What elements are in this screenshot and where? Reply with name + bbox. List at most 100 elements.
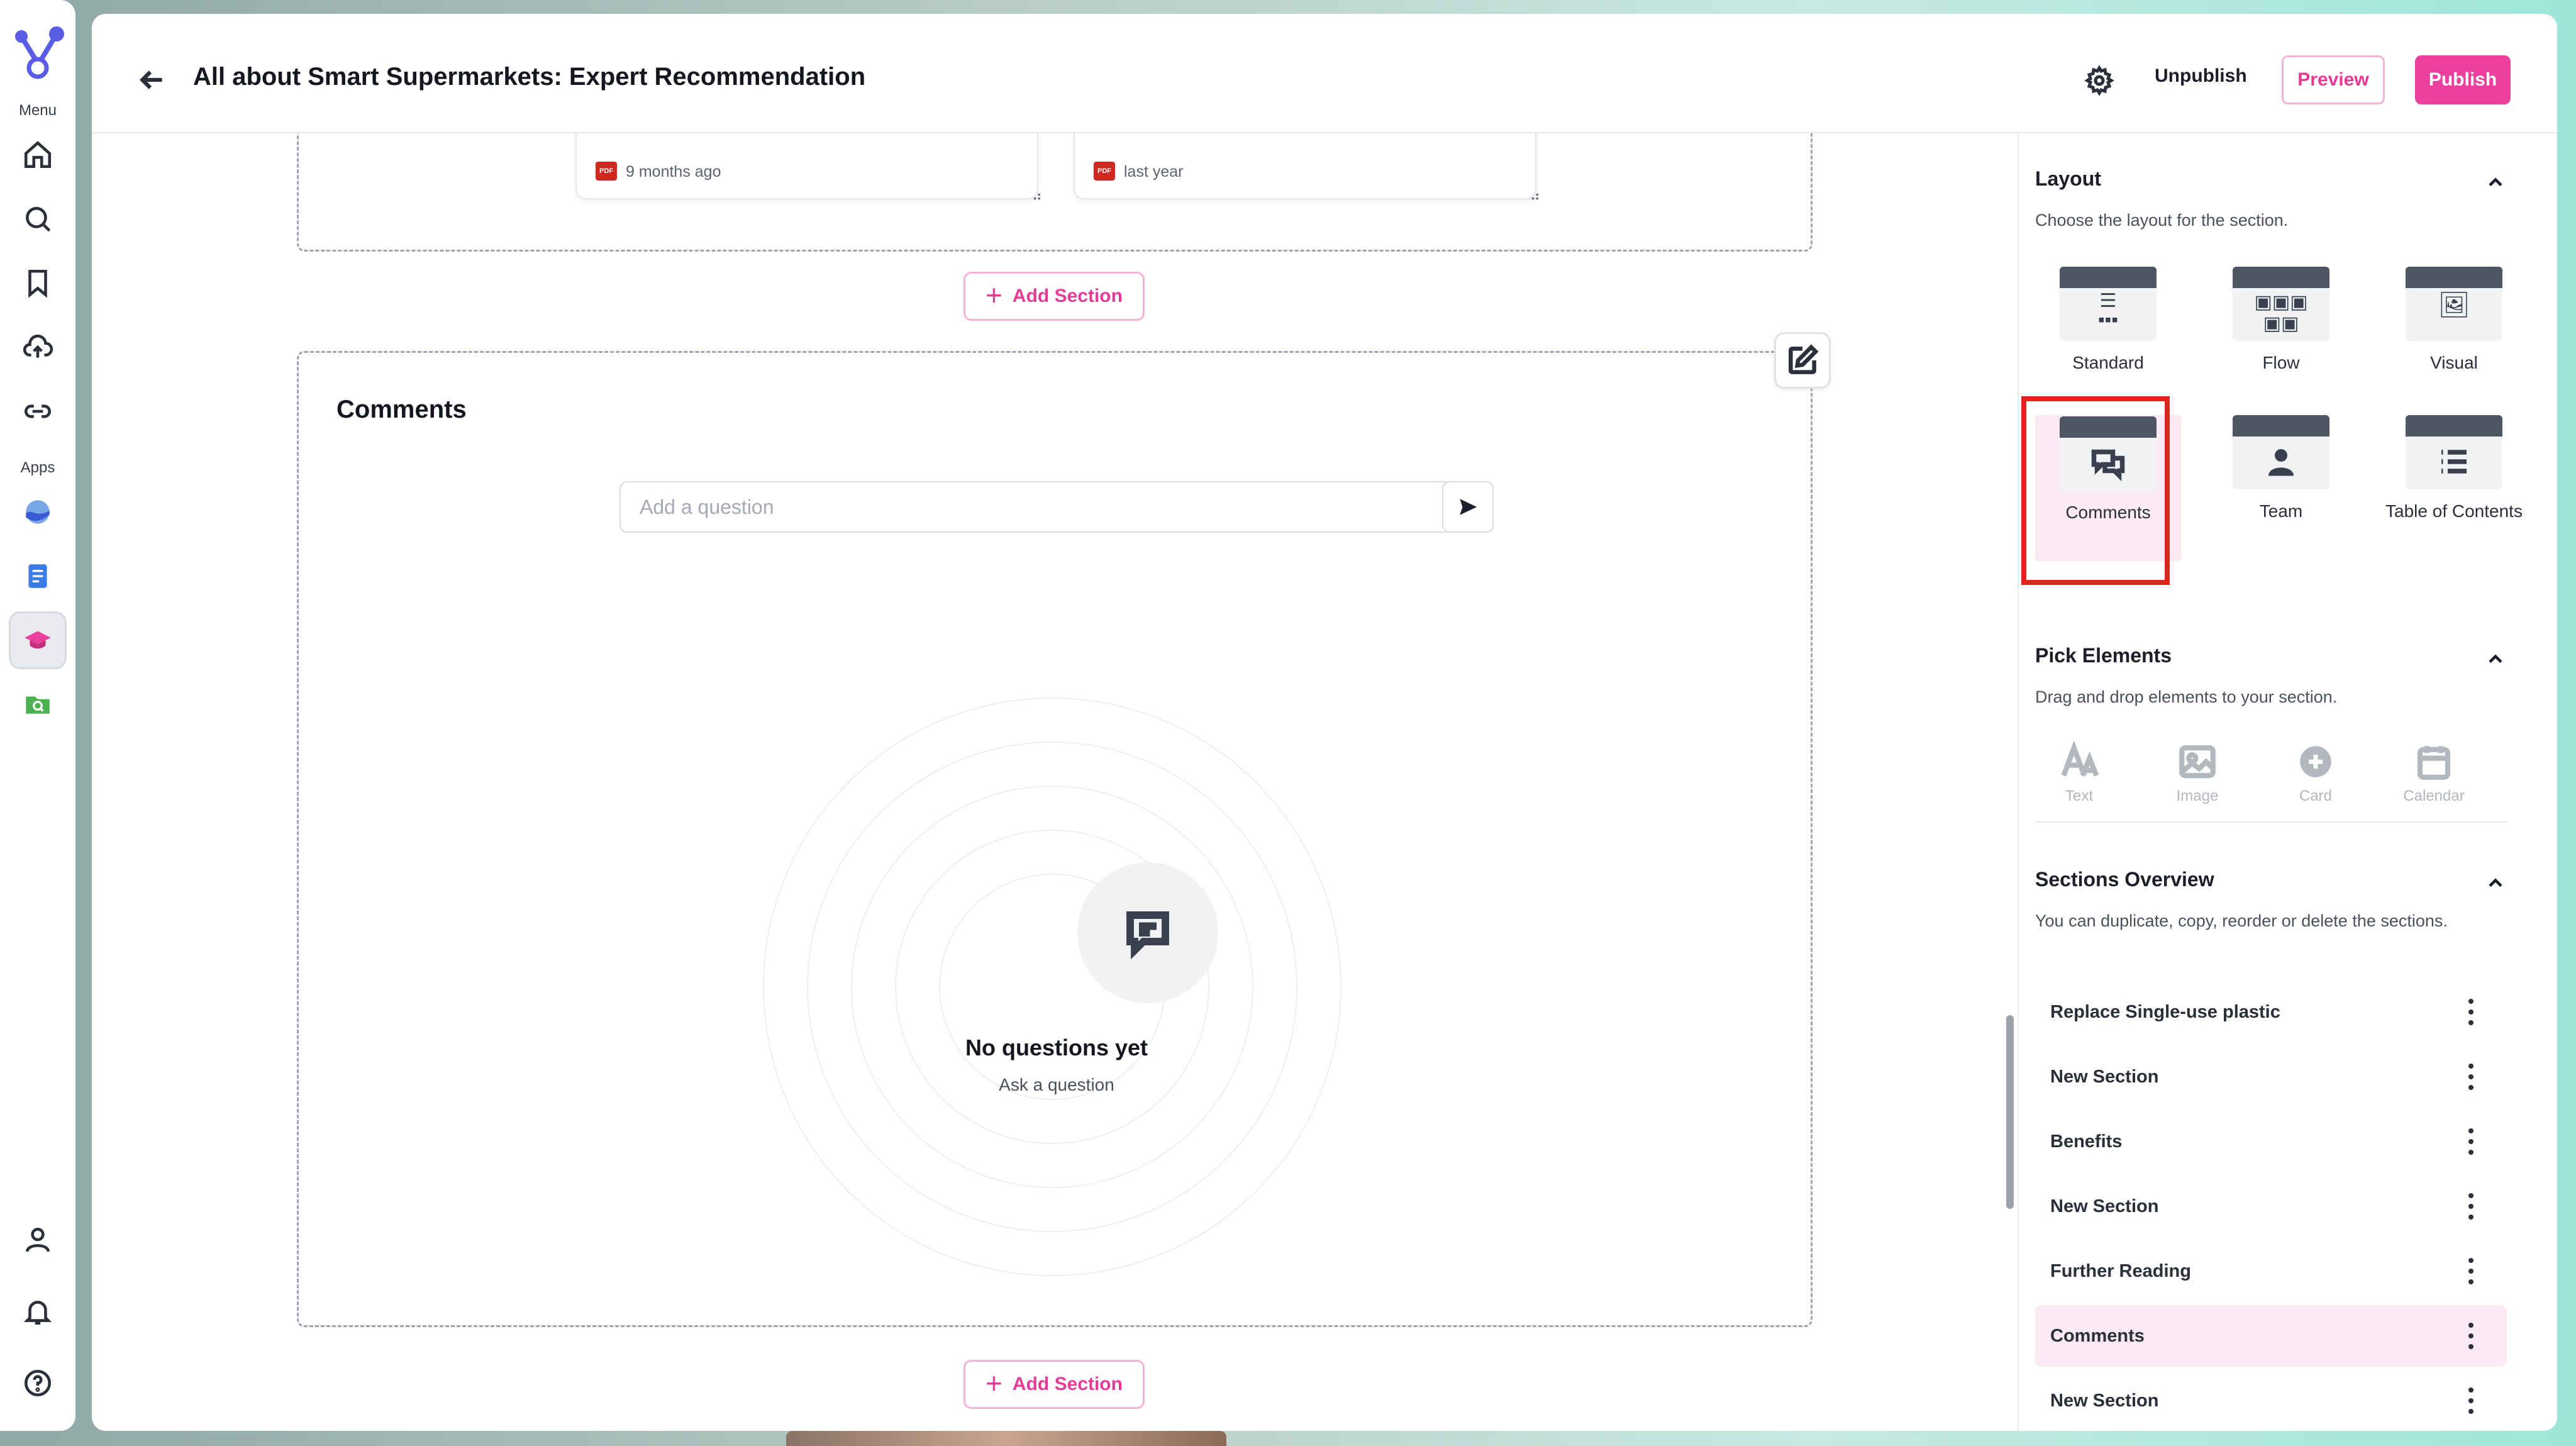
- back-arrow-icon[interactable]: [136, 64, 167, 96]
- sections-overview-panel-section: Sections Overview You can duplicate, cop…: [2035, 868, 2507, 934]
- gear-icon[interactable]: [2084, 65, 2114, 96]
- empty-state-title: No questions yet: [965, 1035, 1148, 1060]
- unpublish-button[interactable]: Unpublish: [2155, 65, 2247, 87]
- kebab-menu-icon[interactable]: [2468, 1258, 2474, 1284]
- empty-state-subtitle: Ask a question: [999, 1075, 1114, 1094]
- question-input[interactable]: [621, 482, 1445, 531]
- file-card[interactable]: PDF 9 months ago ⠴: [575, 133, 1042, 204]
- list-item[interactable]: New Section: [2035, 1176, 2507, 1237]
- help-icon[interactable]: [9, 1354, 67, 1412]
- layout-option-visual[interactable]: 🖼 Visual: [2381, 267, 2527, 376]
- app-logo-icon[interactable]: [8, 23, 68, 83]
- publish-button[interactable]: Publish: [2415, 55, 2511, 104]
- layout-option-flow[interactable]: ▣▣▣ ▣▣ Flow: [2208, 267, 2354, 376]
- list-item[interactable]: Further Reading: [2035, 1240, 2507, 1302]
- home-icon[interactable]: [9, 126, 67, 184]
- section-name: Benefits: [2050, 1131, 2123, 1152]
- previous-section[interactable]: PDF 9 months ago ⠴ PDF last year ⠴: [297, 133, 1813, 252]
- visual-layout-icon: 🖼: [2406, 267, 2502, 341]
- list-item[interactable]: Replace Single-use plastic: [2035, 981, 2507, 1043]
- left-nav-rail: Menu Apps: [0, 0, 75, 1431]
- layout-option-label: Comments: [2065, 503, 2151, 522]
- list-item[interactable]: New Section: [2035, 1370, 2507, 1431]
- edit-section-button[interactable]: [1774, 332, 1831, 389]
- section-name: New Section: [2050, 1066, 2159, 1087]
- file-timestamp: last year: [1124, 163, 1184, 181]
- file-card[interactable]: PDF last year ⠴: [1074, 133, 1540, 204]
- list-item-active[interactable]: Comments: [2035, 1305, 2507, 1367]
- resize-handle-icon[interactable]: ⠴: [1032, 188, 1042, 204]
- sections-overview-description: You can duplicate, copy, reorder or dele…: [2035, 911, 2448, 930]
- kebab-menu-icon[interactable]: [2468, 1128, 2474, 1155]
- chevron-up-icon[interactable]: [2484, 171, 2507, 194]
- element-calendar[interactable]: Calendar: [2390, 741, 2478, 805]
- resize-handle-icon[interactable]: ⠴: [1530, 188, 1540, 204]
- chevron-up-icon[interactable]: [2484, 648, 2507, 670]
- comments-layout-icon: [2060, 416, 2157, 491]
- section-title: Comments: [336, 396, 467, 423]
- table-of-contents-layout-icon: [2406, 415, 2502, 489]
- properties-panel: Layout Choose the layout for the section…: [2018, 133, 2557, 1431]
- section-name: Comments: [2050, 1325, 2145, 1346]
- section-name: New Section: [2050, 1196, 2159, 1216]
- section-name: Replace Single-use plastic: [2050, 1001, 2280, 1022]
- section-name: Further Reading: [2050, 1260, 2191, 1281]
- sections-overview-list: Replace Single-use plastic New Section B…: [2035, 981, 2507, 1431]
- bookmark-icon[interactable]: [9, 254, 67, 312]
- element-text[interactable]: Text: [2035, 741, 2123, 805]
- calendar-icon: [2417, 746, 2451, 780]
- editor-window: All about Smart Supermarkets: Expert Rec…: [92, 14, 2557, 1431]
- kebab-menu-icon[interactable]: [2468, 1323, 2474, 1349]
- element-label: Text: [2065, 787, 2093, 804]
- editor-header: All about Smart Supermarkets: Expert Rec…: [92, 14, 2557, 133]
- layout-option-label: Table of Contents: [2385, 501, 2523, 521]
- element-image[interactable]: Image: [2153, 741, 2241, 805]
- folder-search-app-icon[interactable]: [9, 676, 67, 733]
- search-icon[interactable]: [9, 190, 67, 248]
- element-card[interactable]: Card: [2272, 741, 2360, 805]
- bell-icon[interactable]: [9, 1282, 67, 1340]
- element-picker: Text Image Card Calendar: [2035, 741, 2507, 823]
- layout-option-label: Flow: [2262, 353, 2300, 372]
- layout-heading: Layout: [2035, 167, 2101, 190]
- learning-app-icon[interactable]: [9, 611, 67, 669]
- document-app-icon[interactable]: [9, 547, 67, 605]
- question-input-group: [619, 481, 1494, 533]
- layout-option-team[interactable]: Team: [2208, 415, 2354, 525]
- kebab-menu-icon[interactable]: [2468, 1388, 2474, 1414]
- kebab-menu-icon[interactable]: [2468, 999, 2474, 1025]
- list-item[interactable]: New Section: [2035, 1046, 2507, 1108]
- chevron-up-icon[interactable]: [2484, 872, 2507, 894]
- preview-button[interactable]: Preview: [2282, 55, 2385, 104]
- flow-layout-icon: ▣▣▣ ▣▣: [2233, 267, 2329, 341]
- scrollbar-thumb[interactable]: [2006, 1015, 2014, 1209]
- layout-option-standard[interactable]: ☰ ▪▪▪ Standard: [2035, 267, 2181, 376]
- sections-overview-heading: Sections Overview: [2035, 868, 2214, 891]
- edit-icon: [1789, 344, 1819, 374]
- add-section-label: Add Section: [1012, 1374, 1123, 1394]
- plus-icon: +: [985, 279, 1002, 311]
- layout-panel-section: Layout Choose the layout for the section…: [2035, 167, 2507, 233]
- team-layout-icon: [2233, 415, 2329, 489]
- comments-section[interactable]: Comments No questions yet Ask a question: [297, 351, 1813, 1327]
- pick-elements-panel-section: Pick Elements Drag and drop elements to …: [2035, 644, 2507, 710]
- link-icon[interactable]: [9, 382, 67, 440]
- pdf-icon: PDF: [1094, 162, 1115, 181]
- wave-app-icon[interactable]: [9, 483, 67, 541]
- add-section-button[interactable]: + Add Section: [963, 1360, 1145, 1409]
- user-icon[interactable]: [9, 1211, 67, 1269]
- cloud-upload-icon[interactable]: [9, 318, 67, 376]
- layout-option-table-of-contents[interactable]: Table of Contents: [2381, 415, 2527, 525]
- background-photo: [786, 1431, 1226, 1446]
- kebab-menu-icon[interactable]: [2468, 1193, 2474, 1220]
- add-section-button[interactable]: + Add Section: [963, 272, 1145, 321]
- chat-bubble-icon: [1077, 862, 1218, 1003]
- layout-option-comments[interactable]: Comments: [2035, 415, 2181, 561]
- file-timestamp: 9 months ago: [626, 163, 721, 181]
- apps-label: Apps: [20, 459, 55, 476]
- kebab-menu-icon[interactable]: [2468, 1064, 2474, 1090]
- list-item[interactable]: Benefits: [2035, 1111, 2507, 1172]
- plus-circle-icon: [2300, 746, 2331, 777]
- add-section-label: Add Section: [1012, 286, 1123, 306]
- send-button[interactable]: [1442, 481, 1494, 533]
